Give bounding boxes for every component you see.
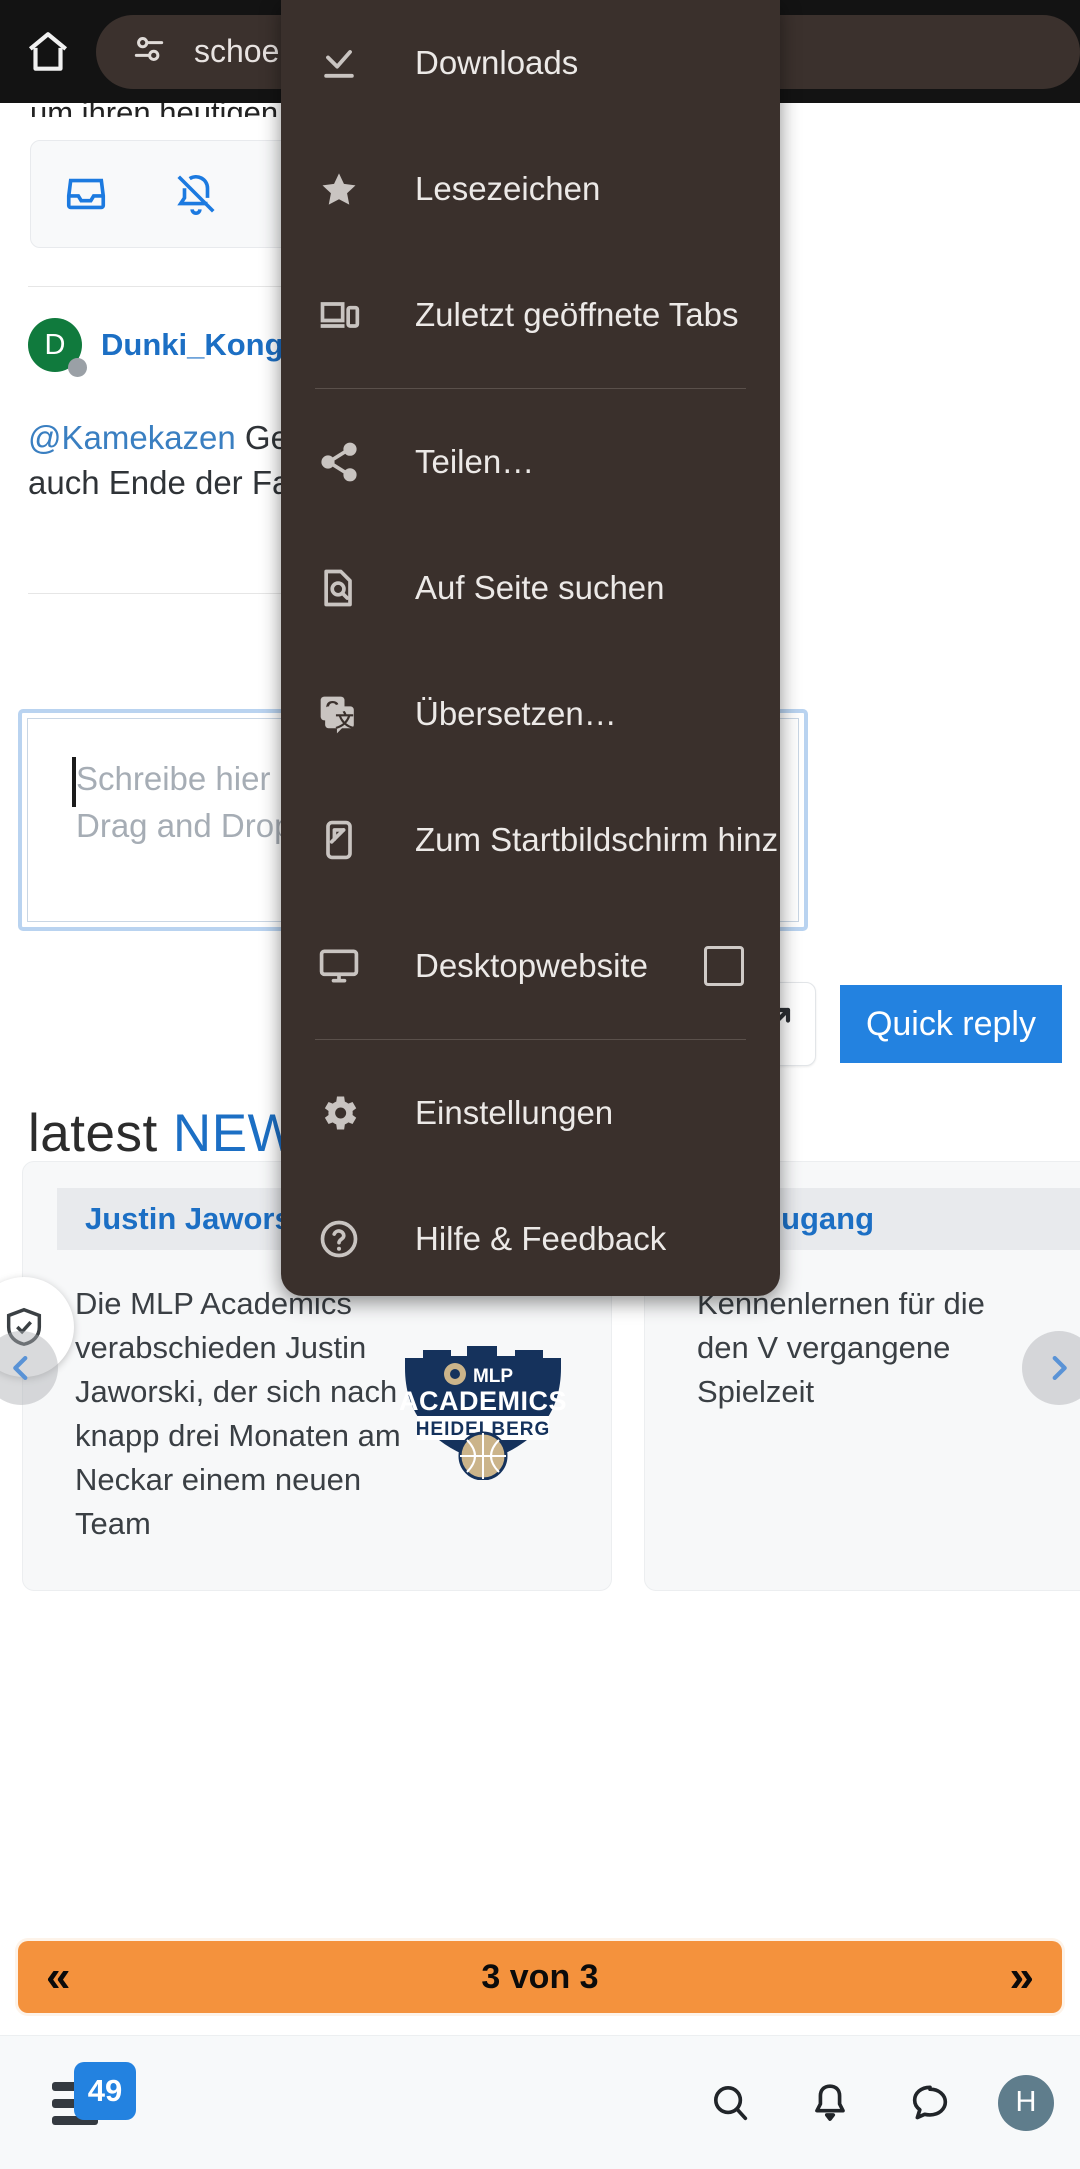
- news-heading-plain: latest: [28, 1104, 158, 1163]
- add-to-homescreen-icon: [317, 818, 389, 862]
- bottom-navigation: 49 H: [0, 2035, 1080, 2169]
- menu-item-find-in-page[interactable]: Auf Seite suchen: [281, 525, 780, 651]
- post-mention[interactable]: @Kamekazen: [28, 419, 236, 456]
- menu-item-recent-tabs[interactable]: Zuletzt geöffnete Tabs: [281, 252, 780, 378]
- menu-separator: [315, 388, 746, 389]
- recent-tabs-icon: [317, 293, 389, 337]
- bottom-nav-actions: H: [680, 2036, 1080, 2169]
- menu-item-label: Desktopwebsite: [415, 947, 648, 984]
- post-author[interactable]: Dunki_Kong: [101, 327, 284, 363]
- svg-text:MLP: MLP: [473, 1366, 513, 1387]
- gear-icon: [317, 1091, 389, 1135]
- menu-separator: [315, 1039, 746, 1040]
- menu-item-downloads[interactable]: Downloads: [281, 0, 780, 126]
- menu-item-label: Lesezeichen: [415, 170, 601, 207]
- pager-status: 3 von 3: [481, 1957, 599, 1996]
- home-icon[interactable]: [0, 0, 96, 103]
- menu-item-label: Downloads: [415, 44, 579, 81]
- avatar[interactable]: H: [998, 2074, 1054, 2131]
- menu-item-add-to-homescreen[interactable]: Zum Startbildschirm hinzuf…: [281, 777, 780, 903]
- translate-icon: G 文: [317, 692, 389, 736]
- menu-item-help-feedback[interactable]: Hilfe & Feedback: [281, 1176, 780, 1296]
- pager-prev-button[interactable]: «: [46, 1955, 70, 1999]
- help-icon: [317, 1217, 389, 1261]
- find-in-page-icon: [317, 566, 389, 610]
- search-icon[interactable]: [680, 2036, 780, 2169]
- star-icon: [317, 167, 389, 211]
- avatar: D: [28, 318, 87, 377]
- menu-item-label: Übersetzen…: [415, 695, 617, 732]
- menu-item-label: Hilfe & Feedback: [415, 1220, 667, 1257]
- bell-off-icon[interactable]: [141, 140, 251, 248]
- menu-item-label: Einstellungen: [415, 1094, 614, 1131]
- menu-item-label: Teilen…: [415, 443, 535, 480]
- share-icon: [317, 440, 389, 484]
- bell-icon[interactable]: [780, 2036, 880, 2169]
- site-settings-icon[interactable]: [130, 30, 168, 73]
- menu-item-desktop-site[interactable]: Desktopwebsite: [281, 903, 780, 1029]
- svg-text:文: 文: [335, 710, 354, 731]
- desktop-site-checkbox[interactable]: [704, 946, 744, 986]
- menu-item-share[interactable]: Teilen…: [281, 399, 780, 525]
- inbox-icon[interactable]: [31, 140, 141, 248]
- news-card-body: Kennenlernen für die den V vergangene Sp…: [697, 1286, 985, 1409]
- chat-bubble-icon[interactable]: [880, 2036, 980, 2169]
- hamburger-menu-icon[interactable]: 49: [0, 2036, 160, 2169]
- status-badge: 49: [74, 2061, 136, 2120]
- menu-item-label: Zuletzt geöffnete Tabs: [415, 296, 739, 333]
- browser-overflow-menu: Downloads Lesezeichen Zuletzt geöffnete …: [281, 0, 780, 1296]
- desktop-icon: [317, 944, 389, 988]
- menu-item-settings[interactable]: Einstellungen: [281, 1050, 780, 1176]
- news-card-body: Die MLP Academics verabschieden Justin J…: [75, 1286, 401, 1541]
- download-icon: [317, 41, 389, 85]
- mlp-academics-heidelberg-logo: MLP ACADEMICS HEIDELBERG: [393, 1330, 573, 1481]
- pager-next-button[interactable]: »: [1010, 1955, 1034, 1999]
- menu-item-bookmarks[interactable]: Lesezeichen: [281, 126, 780, 252]
- news-pagination: « 3 von 3 »: [18, 1941, 1062, 2013]
- menu-item-label: Auf Seite suchen: [415, 569, 665, 606]
- svg-text:ACADEMICS: ACADEMICS: [399, 1386, 567, 1416]
- app-root: um ihren heutigen dritten Platz D Dunki_…: [0, 0, 1080, 2169]
- text-caret: [72, 757, 76, 807]
- menu-item-label: Zum Startbildschirm hinzuf…: [415, 821, 780, 858]
- quick-reply-button[interactable]: Quick reply: [839, 985, 1062, 1063]
- menu-item-translate[interactable]: G 文 Übersetzen…: [281, 651, 780, 777]
